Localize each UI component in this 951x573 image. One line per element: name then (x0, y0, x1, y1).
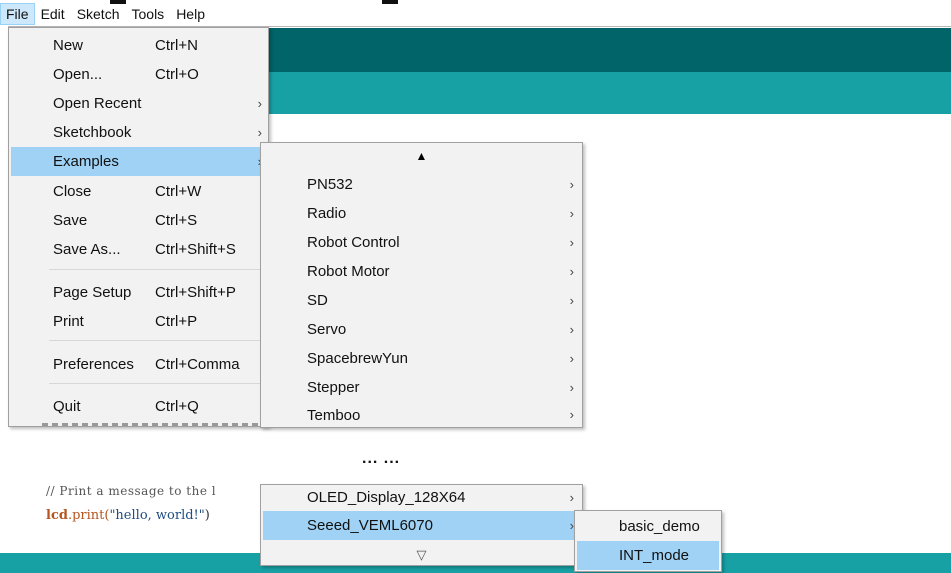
menu-item-label: Seeed_VEML6070 (307, 517, 433, 534)
menu-item-shortcut: Ctrl+Shift+P (155, 284, 236, 301)
chevron-right-icon: › (569, 264, 574, 279)
menu-bar: File Edit Sketch Tools Help (0, 2, 280, 26)
menu-item-shortcut: Ctrl+W (155, 183, 202, 200)
menu-tools[interactable]: Tools (126, 3, 171, 25)
menu-sketch[interactable]: Sketch (71, 3, 126, 25)
code-paren: ) (204, 508, 210, 523)
chevron-right-icon: › (569, 322, 574, 337)
menu-item-label: SpacebrewYun (307, 350, 408, 367)
menu-item-label: PN532 (307, 176, 353, 193)
examples-menu: ▲ PN532 › Radio › Robot Control › Robot … (260, 142, 583, 428)
menu-item-new[interactable]: New Ctrl+N (11, 31, 266, 60)
chevron-right-icon: › (257, 96, 262, 111)
chevron-right-icon: › (569, 206, 574, 221)
menu-item-label: Sketchbook (53, 124, 132, 141)
menu-item-label: Radio (307, 205, 347, 222)
menu-item-open-recent[interactable]: Open Recent › (11, 89, 266, 118)
menu-item-shortcut: Ctrl+Comma (155, 356, 240, 373)
menu-item-shortcut: Ctrl+S (155, 212, 198, 229)
toolbar (267, 28, 951, 72)
examples-item-spacebrewyun[interactable]: SpacebrewYun › (263, 344, 580, 373)
scroll-down-icon[interactable]: ▽ (261, 547, 582, 563)
menu-item-label: OLED_Display_128X64 (307, 489, 466, 506)
menu-item-label: Robot Motor (307, 263, 390, 280)
code-function: .print( (67, 508, 110, 523)
chevron-right-icon: › (569, 235, 574, 250)
menu-item-label: Robot Control (307, 234, 400, 251)
arduino-ide-window: File Edit Sketch Tools Help // Print a m… (0, 0, 951, 573)
menu-item-label: SD (307, 292, 328, 309)
menu-item-page-setup[interactable]: Page Setup Ctrl+Shift+P (11, 278, 266, 307)
menu-item-label: New (53, 37, 84, 54)
menu-item-label: Open Recent (53, 95, 142, 112)
code-statement: lcd.print("hello, world!") (46, 508, 210, 523)
chevron-right-icon: › (569, 490, 574, 505)
chevron-right-icon: › (569, 406, 574, 422)
code-object: lcd (46, 508, 68, 523)
menu-item-shortcut: Ctrl+P (155, 313, 198, 330)
menu-file[interactable]: File (0, 3, 35, 25)
examples-item-pn532[interactable]: PN532 › (263, 170, 580, 199)
menu-item-label: Servo (307, 321, 347, 338)
omitted-items-ellipsis: ... ... (362, 450, 401, 467)
examples-item-robot-control[interactable]: Robot Control › (263, 228, 580, 257)
menu-item-label: Save As... (53, 241, 121, 258)
menu-item-label: Stepper (307, 379, 360, 396)
menu-item-shortcut: Ctrl+O (155, 66, 199, 83)
menu-item-shortcut: Ctrl+Shift+S (155, 241, 236, 258)
menu-item-label: Quit (53, 398, 81, 415)
menu-item-label: Close (53, 183, 92, 200)
file-menu: New Ctrl+N Open... Ctrl+O Open Recent › … (8, 27, 269, 427)
menu-help[interactable]: Help (170, 3, 211, 25)
menu-separator (49, 340, 264, 341)
title-fragment (382, 0, 398, 4)
submenu-item-basic-demo[interactable]: basic_demo (577, 512, 719, 541)
menu-item-save[interactable]: Save Ctrl+S (11, 206, 266, 235)
examples-item-seeed-veml6070[interactable]: Seeed_VEML6070 › (263, 511, 580, 540)
menu-item-save-as[interactable]: Save As... Ctrl+Shift+S (11, 235, 266, 264)
menu-item-print[interactable]: Print Ctrl+P (11, 307, 266, 336)
examples-item-temboo[interactable]: Temboo › (263, 402, 580, 426)
examples-item-oled-display[interactable]: OLED_Display_128X64 › (263, 483, 580, 512)
menu-item-label: Temboo (307, 407, 361, 424)
examples-menu-lower: OLED_Display_128X64 › Seeed_VEML6070 › ▽ (260, 484, 583, 566)
menu-item-quit[interactable]: Quit Ctrl+Q (11, 392, 266, 421)
cropped-edge (42, 423, 266, 426)
menu-item-sketchbook[interactable]: Sketchbook › (11, 118, 266, 147)
menu-item-label: Examples (53, 153, 119, 170)
menu-item-shortcut: Ctrl+N (155, 37, 198, 54)
menu-separator (49, 269, 264, 270)
chevron-right-icon: › (569, 380, 574, 395)
menu-item-label: Print (53, 313, 84, 330)
menu-separator (49, 383, 264, 384)
menu-edit[interactable]: Edit (35, 3, 71, 25)
menu-item-preferences[interactable]: Preferences Ctrl+Comma (11, 350, 266, 379)
examples-item-sd[interactable]: SD › (263, 286, 580, 315)
examples-item-robot-motor[interactable]: Robot Motor › (263, 257, 580, 286)
menu-item-label: Open... (53, 66, 103, 83)
submenu-item-int-mode[interactable]: INT_mode (577, 541, 719, 570)
menu-item-examples[interactable]: Examples › (11, 147, 266, 176)
menu-item-shortcut: Ctrl+Q (155, 398, 199, 415)
examples-item-servo[interactable]: Servo › (263, 315, 580, 344)
examples-item-radio[interactable]: Radio › (263, 199, 580, 228)
menu-item-label: INT_mode (619, 547, 690, 564)
tab-bar (267, 72, 951, 114)
code-comment: // Print a message to the l (46, 484, 217, 498)
menu-item-open[interactable]: Open... Ctrl+O (11, 60, 266, 89)
menu-item-label: basic_demo (619, 518, 700, 535)
scroll-up-icon[interactable]: ▲ (261, 149, 582, 163)
chevron-right-icon: › (569, 293, 574, 308)
code-string: "hello, world!" (109, 508, 205, 523)
veml6070-submenu: basic_demo INT_mode (574, 510, 722, 572)
examples-item-stepper[interactable]: Stepper › (263, 373, 580, 402)
chevron-right-icon: › (257, 125, 262, 140)
menu-item-label: Save (53, 212, 88, 229)
menu-item-label: Preferences (53, 356, 134, 373)
chevron-right-icon: › (569, 177, 574, 192)
chevron-right-icon: › (569, 351, 574, 366)
menu-item-label: Page Setup (53, 284, 132, 301)
menu-item-close[interactable]: Close Ctrl+W (11, 177, 266, 206)
